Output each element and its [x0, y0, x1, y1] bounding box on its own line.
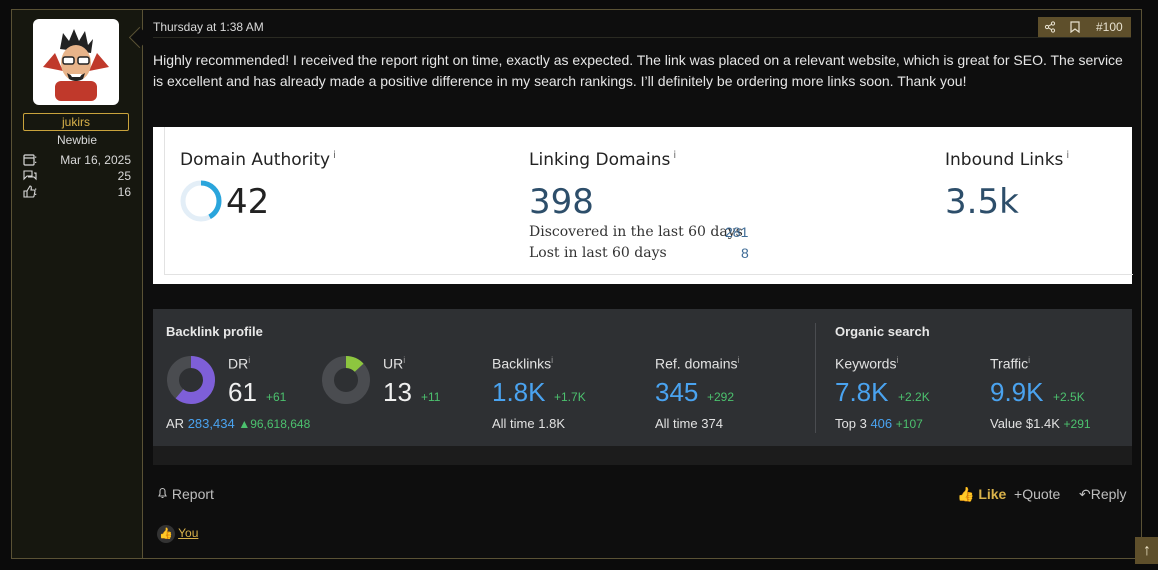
domain-authority-value: 42	[226, 182, 270, 222]
forum-post: jukirs Newbie : Mar 16, 2025 : 25 : 16 T…	[11, 9, 1142, 559]
messages-icon: :	[23, 168, 41, 183]
share-icon[interactable]	[1044, 17, 1056, 37]
keywords-delta: +2.2K	[898, 390, 930, 404]
backlinks-delta: +1.7K	[554, 390, 586, 404]
reactions-count: 16	[117, 185, 131, 199]
bookmark-icon[interactable]	[1070, 17, 1080, 37]
ref-domains-all-time: All time 374	[655, 416, 723, 431]
ur-donut	[322, 356, 370, 404]
discovered-label: Discovered in the last 60 days	[529, 224, 743, 240]
dr-label: DRi	[228, 355, 251, 372]
linking-domains-value: 398	[529, 182, 594, 222]
keywords-value: 7.8K	[835, 377, 889, 407]
report-link[interactable]: Report	[157, 486, 214, 502]
backlinks-all-time: All time 1.8K	[492, 416, 565, 431]
ahrefs-panel-footer	[153, 446, 1132, 465]
info-icon: i	[333, 150, 336, 162]
ar-row: AR 283,434 ▲96,618,648	[166, 416, 311, 431]
message-main: Thursday at 1:38 AM #100 Highly recommen…	[153, 10, 1141, 558]
stat-separator: :	[34, 184, 38, 198]
moz-metrics-panel: Domain Authority i 42 Linking Domains i 39…	[153, 127, 1133, 284]
user-title: Newbie	[56, 133, 98, 147]
ur-label: URi	[383, 355, 406, 372]
messages-count: 25	[117, 169, 131, 183]
reply-icon: ↶	[1079, 486, 1091, 502]
calendar-icon: :	[23, 152, 41, 167]
ref-domains-value: 345	[655, 377, 699, 407]
post-number-link[interactable]: #100	[1096, 17, 1123, 37]
info-icon: i	[737, 355, 740, 365]
domain-authority-gauge	[180, 180, 222, 222]
info-icon: i	[1028, 355, 1031, 365]
info-icon: i	[1066, 150, 1070, 162]
organic-search-title: Organic search	[835, 324, 930, 339]
user-sidebar: jukirs Newbie : Mar 16, 2025 : 25 : 16	[12, 10, 143, 558]
inbound-links-label: Inbound Links i	[945, 150, 1070, 170]
lost-label: Lost in last 60 days	[529, 245, 667, 261]
discovered-value: 281	[725, 224, 749, 240]
ahrefs-metrics-panel: Backlink profile Organic search DRi 61 +…	[153, 309, 1132, 465]
info-icon: i	[673, 150, 677, 162]
like-button[interactable]: 👍 Like	[957, 486, 1006, 503]
thumbs-up-icon: 👍	[157, 525, 175, 543]
reply-button[interactable]: ↶Reply	[1079, 486, 1127, 503]
domain-authority-label: Domain Authority i	[180, 150, 336, 170]
backlinks-value: 1.8K	[492, 377, 546, 407]
inbound-links-value: 3.5k	[945, 182, 1019, 222]
info-icon: i	[896, 355, 899, 365]
keywords-top3: Top 3 406 +107	[835, 416, 923, 431]
linking-domains-label: Linking Domains i	[529, 150, 677, 170]
reactions-bar: 👍 You	[157, 525, 198, 543]
backlink-profile-title: Backlink profile	[166, 324, 263, 339]
reaction-users-link[interactable]: You	[178, 526, 198, 540]
stat-reactions: : 16	[23, 184, 131, 201]
avatar[interactable]	[33, 19, 119, 105]
username[interactable]: jukirs	[23, 113, 129, 131]
ref-domains-label: Ref. domainsi	[655, 355, 740, 372]
dr-donut	[167, 356, 215, 404]
info-icon: i	[403, 355, 406, 365]
section-divider	[815, 323, 816, 433]
traffic-value: 9.9K	[990, 377, 1044, 407]
keywords-label: Keywordsi	[835, 355, 899, 372]
post-date[interactable]: Thursday at 1:38 AM	[153, 20, 264, 34]
ref-domains-delta: +292	[707, 390, 735, 404]
moz-metrics-frame: Domain Authority i 42 Linking Domains i 39…	[164, 127, 1133, 275]
traffic-value-row: Value $1.4K +291	[990, 416, 1091, 431]
bell-icon	[158, 487, 167, 499]
stat-separator: :	[34, 152, 38, 166]
stat-joined: : Mar 16, 2025	[23, 152, 131, 169]
arrow-up-icon: ↑	[1143, 542, 1151, 559]
info-icon: i	[551, 355, 554, 365]
lost-value: 8	[741, 245, 749, 261]
thumbs-up-icon: 👍	[957, 486, 975, 502]
joined-date: Mar 16, 2025	[60, 153, 131, 167]
scroll-to-top-button[interactable]: ↑	[1135, 537, 1158, 564]
ar-delta: ▲96,618,648	[238, 417, 311, 431]
header-divider	[153, 37, 1131, 38]
thumbs-up-icon: :	[23, 184, 41, 199]
ur-delta: +11	[421, 390, 441, 404]
backlinks-label: Backlinksi	[492, 355, 554, 372]
dr-delta: +61	[266, 390, 287, 404]
quote-button[interactable]: +Quote	[1014, 486, 1060, 502]
info-icon: i	[248, 355, 251, 365]
dr-value: 61	[228, 377, 257, 407]
message-body: Highly recommended! I received the repor…	[153, 52, 1123, 89]
stat-separator: :	[34, 168, 38, 182]
traffic-label: Traffici	[990, 355, 1031, 372]
traffic-delta: +2.5K	[1053, 390, 1085, 404]
stat-messages: : 25	[23, 168, 131, 185]
post-actions: #100	[1038, 17, 1131, 37]
ur-value: 13	[383, 377, 412, 407]
